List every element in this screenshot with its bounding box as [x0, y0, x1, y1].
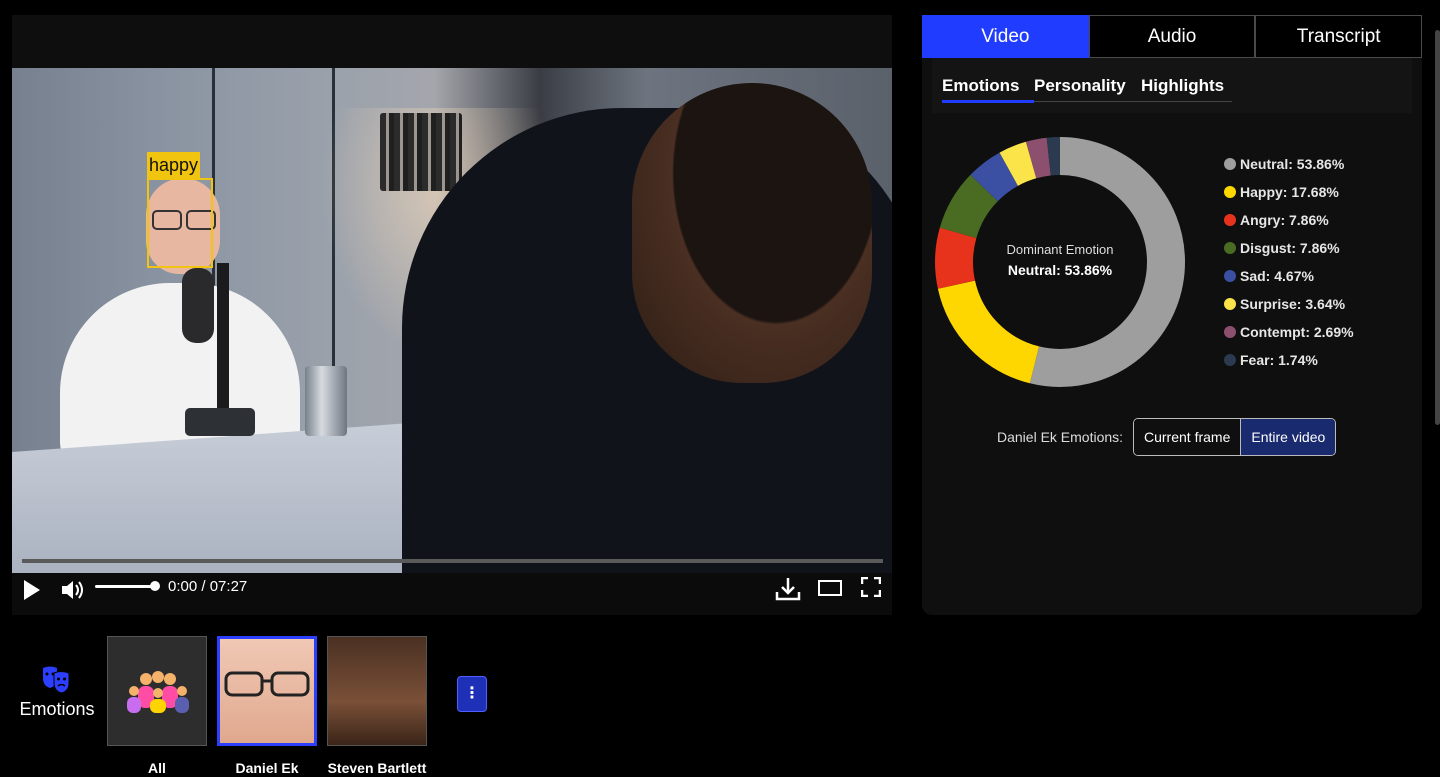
player-top-bar	[12, 15, 892, 68]
thumbnail-daniel-ek[interactable]	[217, 636, 317, 746]
legend-item-surprise: Surprise: 3.64%	[1224, 296, 1354, 324]
legend-item-disgust: Disgust: 7.86%	[1224, 240, 1354, 268]
sub-tabs: Emotions Personality Highlights	[932, 58, 1412, 113]
legend-dot	[1224, 354, 1236, 366]
wall-lamp	[380, 113, 462, 191]
legend-label: Disgust: 7.86%	[1240, 240, 1340, 256]
video-player[interactable]: happy 0:00 / 07:27	[12, 15, 892, 615]
legend-dot	[1224, 242, 1236, 254]
time-separator: /	[197, 578, 210, 595]
play-icon[interactable]	[24, 580, 40, 600]
emotions-label: Emotions	[19, 699, 95, 719]
group-people-icon	[127, 671, 189, 713]
legend-item-happy: Happy: 17.68%	[1224, 184, 1354, 212]
scope-label: Daniel Ek Emotions:	[997, 429, 1124, 445]
legend-dot	[1224, 270, 1236, 282]
legend-dot	[1224, 326, 1236, 338]
current-frame-button[interactable]: Current frame	[1134, 419, 1241, 455]
subtab-highlights[interactable]: Highlights	[1141, 76, 1224, 96]
legend-item-contempt: Contempt: 2.69%	[1224, 324, 1354, 352]
mug	[305, 366, 347, 436]
subtab-emotions[interactable]: Emotions	[942, 76, 1019, 96]
tab-transcript[interactable]: Transcript	[1255, 15, 1423, 58]
microphone-base	[185, 408, 255, 436]
theater-mode-icon[interactable]	[818, 580, 842, 596]
volume-slider-handle[interactable]	[150, 581, 160, 591]
volume-icon[interactable]	[60, 577, 86, 603]
dominant-emotion-value: Neutral: 53.86%	[1007, 262, 1113, 278]
person-steven-head	[632, 83, 872, 383]
subtab-active-indicator	[942, 100, 1034, 103]
emotions-toggle[interactable]: Emotions	[15, 665, 99, 720]
thumbnail-all-label: All	[148, 760, 166, 776]
page-scrollbar[interactable]	[1435, 30, 1440, 425]
thumbnail-daniel-ek-label: Daniel Ek	[235, 760, 299, 776]
time-display: 0:00 / 07:27	[168, 577, 247, 597]
legend-label: Surprise: 3.64%	[1240, 296, 1346, 312]
theater-masks-icon	[43, 666, 70, 694]
legend-label: Contempt: 2.69%	[1240, 324, 1354, 340]
legend-dot	[1224, 158, 1236, 170]
chart-legend: Neutral: 53.86% Happy: 17.68% Angry: 7.86%…	[1224, 156, 1354, 380]
dominant-emotion-label: Dominant Emotion	[1006, 242, 1114, 257]
analysis-panel: Emotions Personality Highlights Dominant…	[922, 58, 1422, 615]
legend-item-angry: Angry: 7.86%	[1224, 212, 1354, 240]
subtab-personality[interactable]: Personality	[1034, 76, 1126, 96]
download-icon[interactable]	[774, 575, 802, 603]
progress-bar[interactable]	[22, 559, 883, 563]
main-tabs: Video Audio Transcript	[922, 15, 1423, 58]
legend-label: Fear: 1.74%	[1240, 352, 1318, 368]
legend-item-sad: Sad: 4.67%	[1224, 268, 1354, 296]
emotion-donut-chart: Dominant Emotion Neutral: 53.86%	[934, 136, 1186, 388]
time-total: 07:27	[209, 578, 248, 595]
time-current: 0:00	[168, 578, 198, 595]
entire-video-button[interactable]: Entire video	[1240, 419, 1336, 455]
tab-video[interactable]: Video	[922, 15, 1089, 58]
legend-dot	[1224, 214, 1236, 226]
fullscreen-icon[interactable]	[861, 577, 881, 597]
more-options-button[interactable]: ⋮	[457, 676, 487, 712]
video-frame[interactable]: happy	[12, 68, 892, 573]
tab-audio[interactable]: Audio	[1088, 15, 1256, 58]
face-detection-box	[147, 178, 213, 268]
donut-center: Dominant Emotion Neutral: 53.86%	[978, 242, 1142, 278]
face-emotion-label: happy	[147, 152, 201, 178]
microphone	[182, 268, 214, 343]
legend-dot	[1224, 186, 1236, 198]
legend-label: Angry: 7.86%	[1240, 212, 1329, 228]
legend-item-fear: Fear: 1.74%	[1224, 352, 1354, 380]
steven-bartlett-face-image	[328, 637, 426, 745]
glasses-overlay	[224, 671, 310, 697]
scope-toggle: Current frame Entire video	[1133, 418, 1337, 456]
thumbnail-steven-bartlett[interactable]	[327, 636, 427, 746]
volume-slider[interactable]	[95, 585, 155, 588]
thumbnail-all[interactable]	[107, 636, 207, 746]
player-controls: 0:00 / 07:27	[12, 568, 892, 614]
legend-label: Neutral: 53.86%	[1240, 156, 1345, 172]
microphone-stand	[217, 263, 229, 423]
legend-dot	[1224, 298, 1236, 310]
thumbnail-steven-bartlett-label: Steven Bartlett	[327, 760, 427, 776]
legend-label: Sad: 4.67%	[1240, 268, 1314, 284]
legend-label: Happy: 17.68%	[1240, 184, 1339, 200]
legend-item-neutral: Neutral: 53.86%	[1224, 156, 1354, 184]
